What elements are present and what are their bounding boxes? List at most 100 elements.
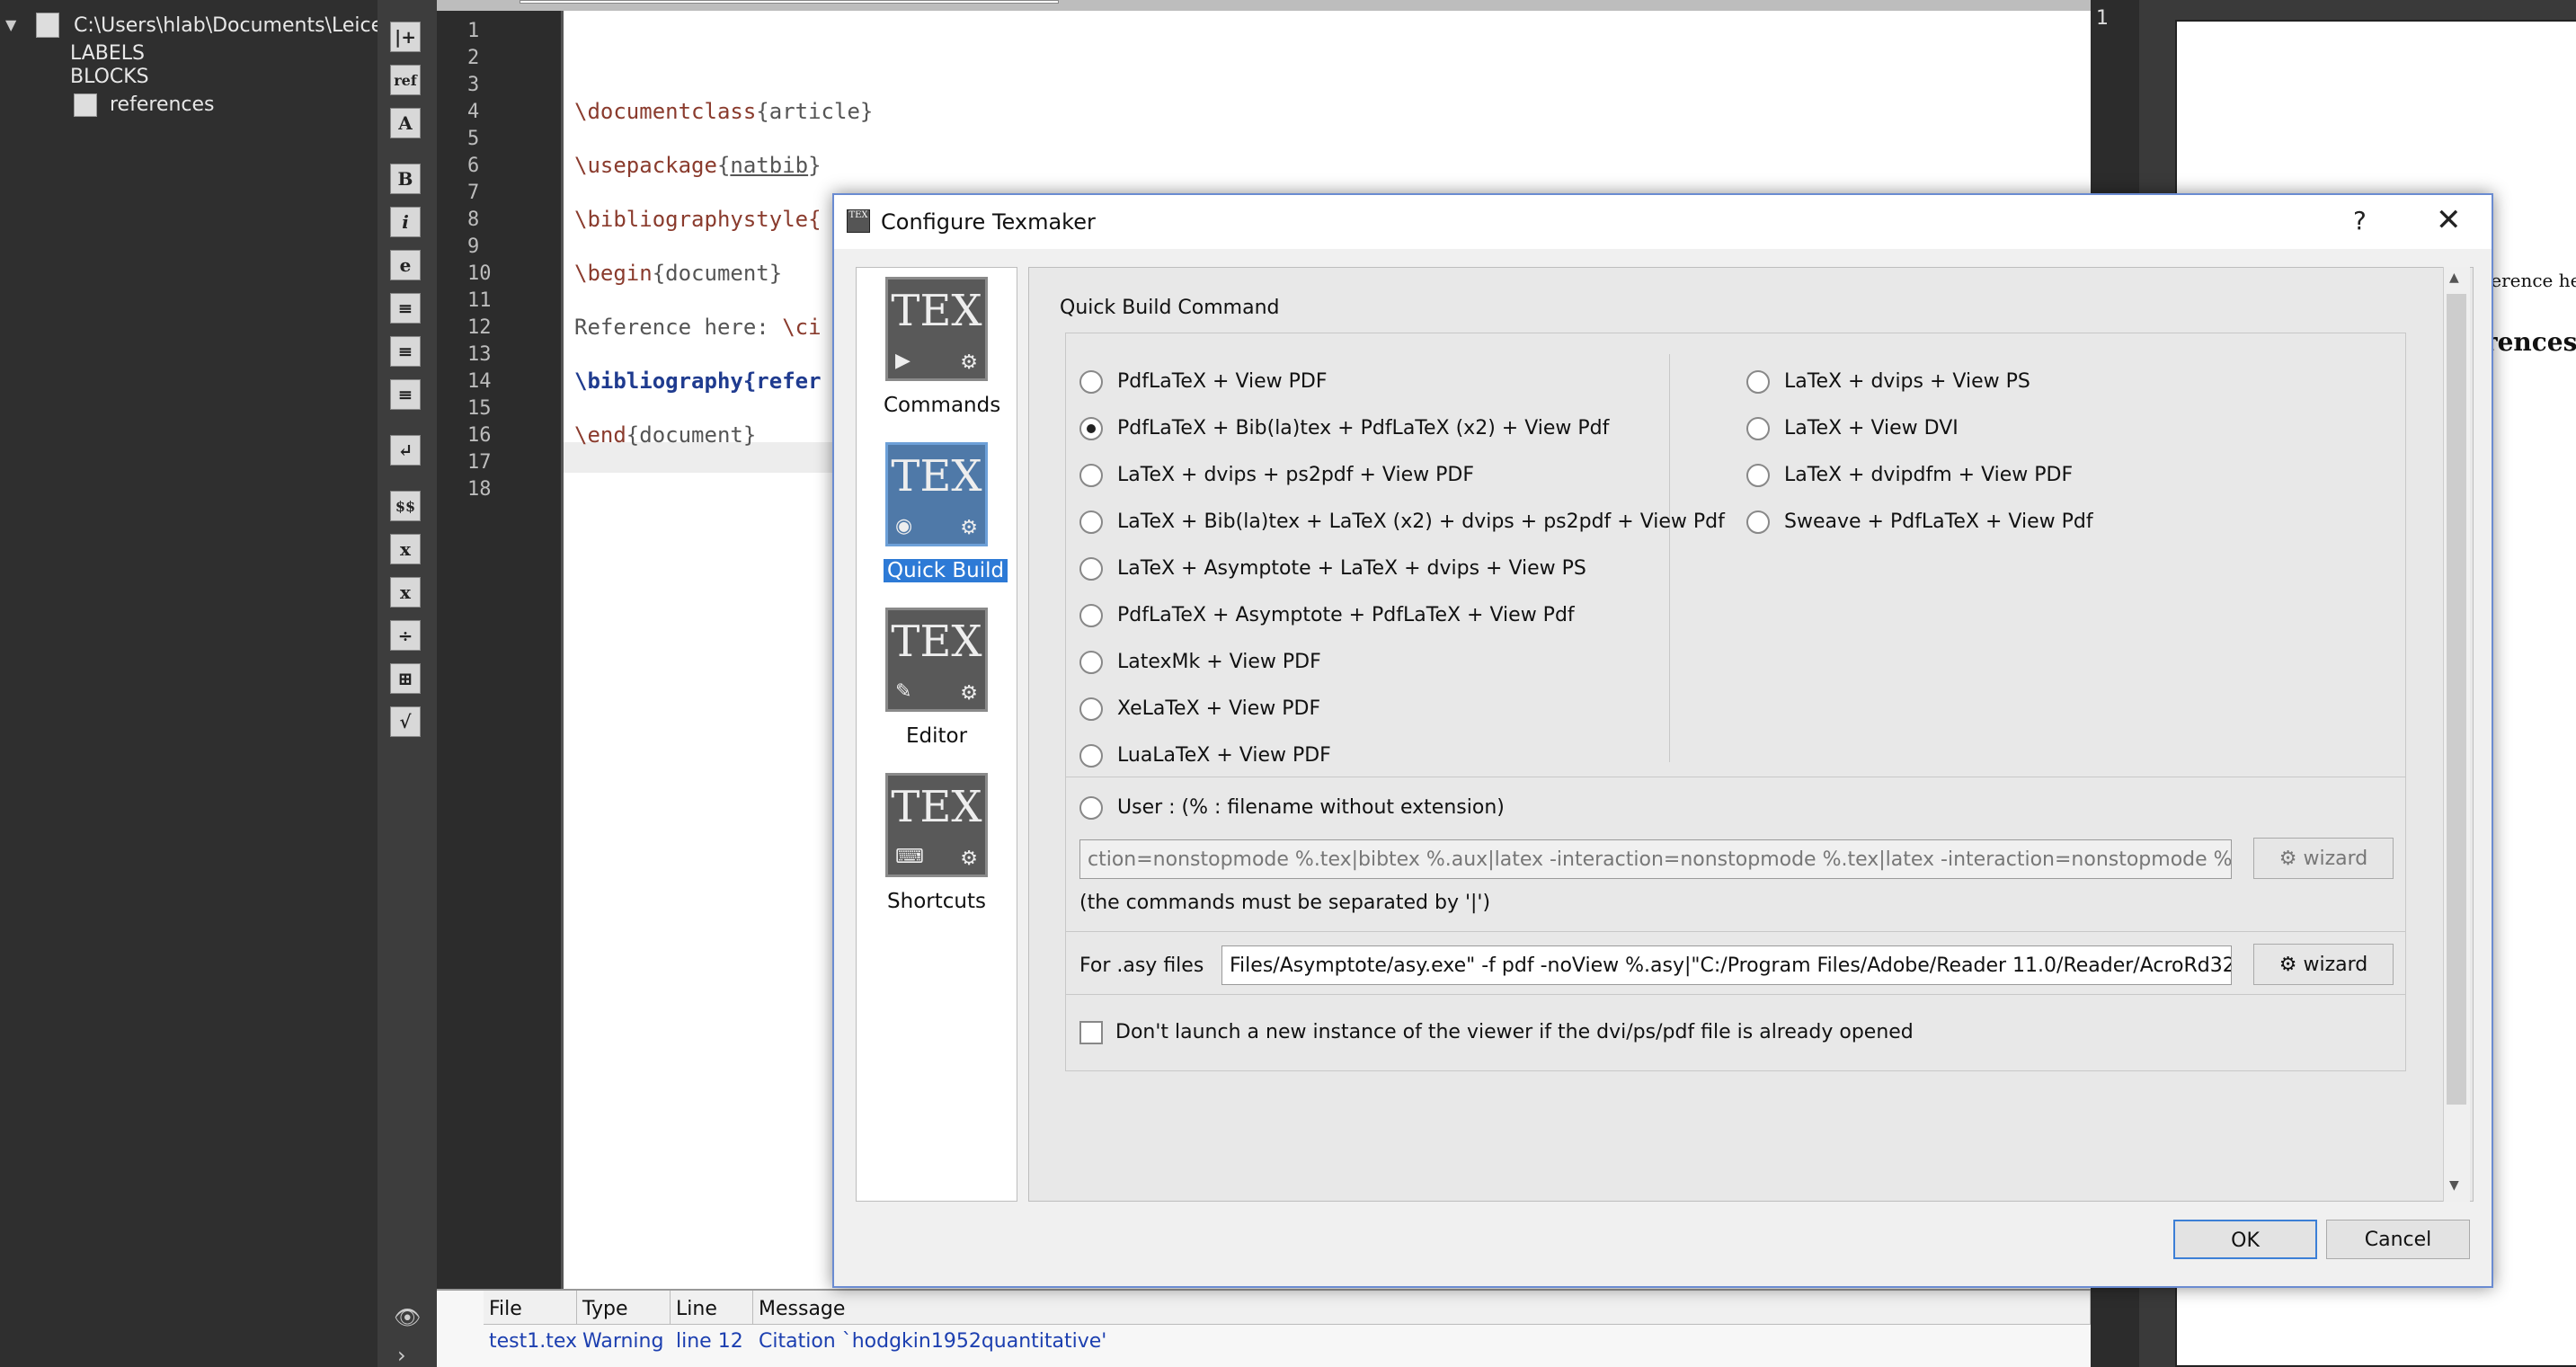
radio-lualatex[interactable]	[1079, 744, 1103, 768]
asy-wizard-button[interactable]: ⚙ wizard	[2253, 944, 2394, 985]
fraction-icon[interactable]: ÷	[390, 620, 421, 651]
tree-root-path[interactable]: C:\Users\hlab\Documents\Leiceste	[74, 14, 413, 37]
line-number: 12	[467, 316, 492, 339]
dont-launch-label: Don't launch a new instance of the viewe…	[1115, 1021, 1914, 1043]
code-line-6: \usepackage{natbib}	[574, 153, 822, 178]
dont-launch-checkbox[interactable]	[1079, 1021, 1103, 1044]
user-wizard-button[interactable]: ⚙ wizard	[2253, 838, 2394, 879]
option-label: PdfLaTeX + View PDF	[1117, 370, 1328, 393]
align-left-icon[interactable]: ≡	[390, 293, 421, 324]
code-line-10: \begin{document}	[574, 261, 783, 286]
option-label: LaTeX + dvips + ps2pdf + View PDF	[1117, 464, 1474, 486]
line-number: 18	[467, 478, 492, 501]
bibliography-icon	[74, 93, 97, 117]
user-command-input[interactable]: ction=nonstopmode %.tex|bibtex %.aux|lat…	[1079, 839, 2232, 879]
sqrt-icon[interactable]: √	[390, 706, 421, 737]
tree-item-blocks[interactable]: BLOCKS	[70, 66, 149, 88]
radio-xelatex[interactable]	[1079, 697, 1103, 721]
chevron-right-icon[interactable]: ›	[397, 1343, 406, 1367]
separator-note: (the commands must be separated by '|')	[1079, 892, 1491, 914]
line-number: 3	[467, 74, 480, 96]
sidebar-item-quick-build[interactable]: TEX ◉ ⚙ Quick Build	[884, 442, 1008, 582]
column-header-message[interactable]: Message	[753, 1291, 2091, 1325]
line-number: 13	[467, 343, 492, 366]
superscript-icon[interactable]: x	[390, 577, 421, 608]
sidebar-item-commands[interactable]: TEX ▶ ⚙ Commands	[884, 277, 1000, 417]
close-button[interactable]: ✕	[2436, 202, 2462, 238]
radio-pdflatex-asymptote[interactable]	[1079, 604, 1103, 627]
matrix-icon[interactable]: ⊞	[390, 663, 421, 694]
line-number: 7	[467, 182, 480, 204]
wizard-icon: ⚙	[2278, 954, 2304, 976]
configure-dialog: TEX Configure Texmaker ? ✕ TEX ▶ ⚙ Command…	[832, 193, 2493, 1288]
italic-icon[interactable]: i	[390, 207, 421, 237]
wizard-label: wizard	[2303, 954, 2368, 976]
sidebar-item-editor[interactable]: TEX ✎ ⚙ Editor	[884, 608, 990, 748]
insert-icon[interactable]: |+	[390, 22, 421, 52]
sidebar-item-shortcuts[interactable]: TEX ⌨ ⚙ Shortcuts	[884, 773, 990, 913]
message-text[interactable]: Citation `hodgkin1952quantitative'	[753, 1330, 1112, 1353]
sidebar-label: Shortcuts	[887, 890, 986, 913]
radio-latex-view-dvi[interactable]	[1746, 417, 1770, 440]
column-header-type[interactable]: Type	[577, 1291, 671, 1325]
code-line-12: Reference here: \ci	[574, 315, 822, 340]
font-size-icon[interactable]: A	[390, 108, 421, 138]
option-label: LatexMk + View PDF	[1117, 651, 1321, 673]
bold-icon[interactable]: B	[390, 164, 421, 194]
align-right-icon[interactable]: ≡	[390, 379, 421, 410]
option-label: LaTeX + Bib(la)tex + LaTeX (x2) + dvips …	[1117, 510, 1725, 533]
subscript-icon[interactable]: x	[390, 534, 421, 564]
eye-icon[interactable]: 👁	[394, 1305, 421, 1330]
scroll-thumb[interactable]	[2447, 294, 2466, 1105]
radio-latex-dvips-view-ps[interactable]	[1746, 370, 1770, 394]
line-number: 10	[467, 262, 492, 285]
radio-latex-dvips-ps2pdf[interactable]	[1079, 464, 1103, 487]
help-button[interactable]: ?	[2353, 206, 2367, 235]
radio-pdflatex-biblatex[interactable]	[1079, 417, 1103, 440]
ref-icon[interactable]: ref	[390, 65, 421, 95]
option-label: LaTeX + dvips + View PS	[1784, 370, 2030, 393]
emph-icon[interactable]: e	[390, 250, 421, 280]
message-file[interactable]: test1.tex	[484, 1330, 582, 1353]
tree-item-references[interactable]: references	[110, 93, 215, 116]
dialog-titlebar[interactable]: TEX Configure Texmaker ? ✕	[834, 195, 2492, 249]
asy-command-input[interactable]: Files/Asymptote/asy.exe" -f pdf -noView …	[1221, 945, 2232, 985]
editor-tab[interactable]	[520, 0, 1059, 4]
ok-button[interactable]: OK	[2173, 1220, 2317, 1259]
tab-bar	[437, 0, 2091, 11]
option-label: PdfLaTeX + Bib(la)tex + PdfLaTeX (x2) + …	[1117, 417, 1610, 439]
tree-item-labels[interactable]: LABELS	[70, 42, 145, 65]
newline-icon[interactable]: ↵	[390, 435, 421, 466]
radio-latex-biblatex-dvips[interactable]	[1079, 510, 1103, 534]
radio-user-command[interactable]	[1079, 796, 1103, 820]
preview-page-number: 1	[2096, 7, 2109, 30]
commands-icon: TEX ▶ ⚙	[885, 277, 988, 381]
message-type[interactable]: Warning	[577, 1330, 669, 1353]
collapse-arrow-icon[interactable]: ▼	[5, 16, 16, 33]
cancel-button[interactable]: Cancel	[2326, 1220, 2470, 1259]
column-header-file[interactable]: File	[484, 1291, 577, 1325]
scroll-up-icon[interactable]: ▲	[2449, 271, 2459, 285]
column-divider	[1669, 354, 1670, 762]
config-sidebar: TEX ▶ ⚙ Commands TEX ◉ ⚙ Quick Build TEX ✎ ⚙ E…	[856, 267, 1017, 1202]
line-number: 15	[467, 397, 492, 420]
radio-latexmk[interactable]	[1079, 651, 1103, 674]
align-center-icon[interactable]: ≡	[390, 336, 421, 367]
vertical-scrollbar[interactable]: ▲ ▼	[2443, 267, 2470, 1202]
column-header-line[interactable]: Line	[671, 1291, 753, 1325]
message-line[interactable]: line 12	[671, 1330, 749, 1353]
radio-latex-dvipdfm[interactable]	[1746, 464, 1770, 487]
radio-latex-asymptote[interactable]	[1079, 557, 1103, 581]
radio-sweave[interactable]	[1746, 510, 1770, 534]
editor-icon: TEX ✎ ⚙	[885, 608, 988, 712]
radio-pdflatex-view-pdf[interactable]	[1079, 370, 1103, 394]
math-icon[interactable]: $$	[390, 491, 421, 521]
code-line-14: \bibliography{refer	[574, 368, 822, 394]
scroll-down-icon[interactable]: ▼	[2449, 1178, 2459, 1193]
line-number: 4	[467, 101, 480, 123]
line-number: 16	[467, 424, 492, 447]
line-number: 17	[467, 451, 492, 474]
option-label: Sweave + PdfLaTeX + View Pdf	[1784, 510, 2093, 533]
sidebar-label: Quick Build	[884, 559, 1008, 582]
shortcuts-icon: TEX ⌨ ⚙	[885, 773, 988, 877]
